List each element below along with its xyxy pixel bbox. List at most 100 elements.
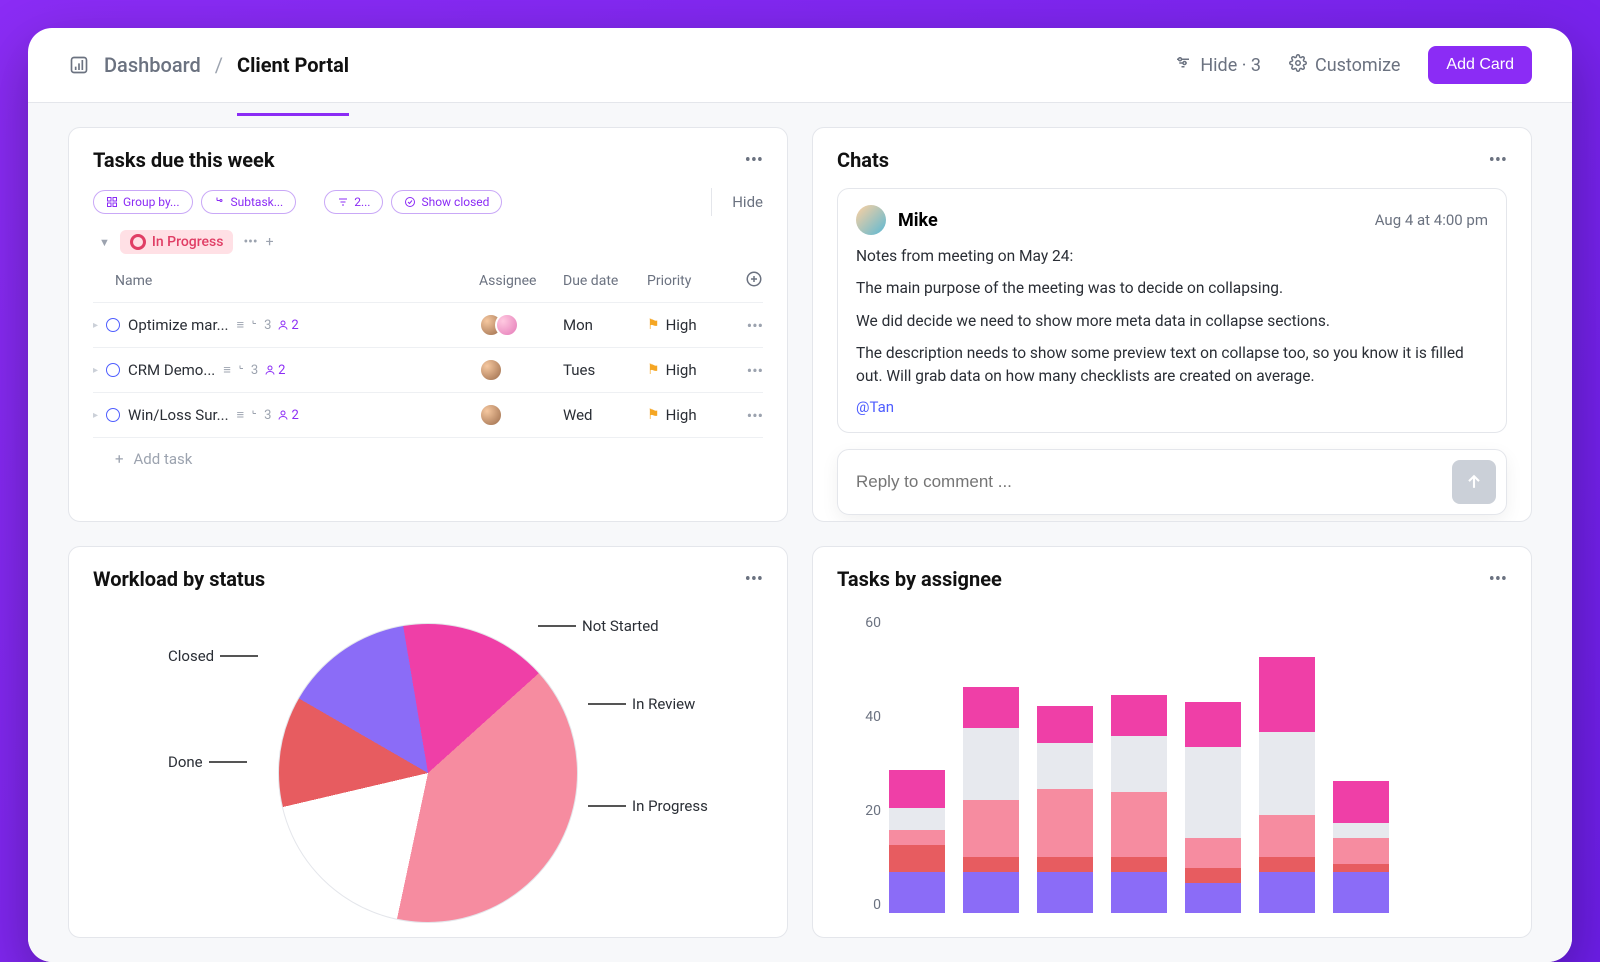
assignee-card-more[interactable]: ••• bbox=[1489, 569, 1507, 590]
chat-timestamp: Aug 4 at 4:00 pm bbox=[1375, 211, 1488, 229]
bar-segment bbox=[1037, 857, 1093, 872]
due-date-cell: Wed bbox=[563, 406, 647, 424]
groupby-pill-label: Group by... bbox=[123, 195, 180, 209]
hide-toggle-label: Hide · 3 bbox=[1200, 55, 1261, 76]
bar-segment bbox=[1259, 872, 1315, 913]
app-window: Dashboard / Client Portal Hide · 3 Custo… bbox=[28, 28, 1572, 962]
y-tick: 0 bbox=[873, 897, 881, 913]
chevron-down-icon[interactable]: ▼ bbox=[99, 236, 110, 249]
reply-send-button[interactable] bbox=[1452, 460, 1496, 504]
chevron-right-icon[interactable]: ▸ bbox=[93, 410, 98, 421]
groupby-pill[interactable]: Group by... bbox=[93, 190, 193, 214]
list-icon: ≡ bbox=[223, 362, 231, 378]
tasks-card-more[interactable]: ••• bbox=[745, 150, 763, 171]
bar-segment bbox=[1111, 857, 1167, 872]
bar-segment bbox=[963, 687, 1019, 728]
chats-card-title: Chats bbox=[837, 148, 889, 172]
subtask-pill-label: Subtask... bbox=[231, 195, 284, 209]
status-circle-icon[interactable] bbox=[106, 363, 120, 377]
bar-segment bbox=[1333, 838, 1389, 864]
attachment-count: 2 bbox=[277, 318, 298, 333]
y-tick: 40 bbox=[865, 709, 881, 725]
subtask-pill[interactable]: Subtask... bbox=[201, 190, 297, 214]
chat-mention[interactable]: @Tan bbox=[856, 398, 894, 416]
bar-segment bbox=[963, 872, 1019, 913]
reply-box bbox=[837, 449, 1507, 515]
row-more-icon[interactable]: ••• bbox=[747, 316, 763, 335]
bar bbox=[1037, 653, 1093, 913]
reply-input[interactable] bbox=[856, 472, 1452, 492]
assignee-cell[interactable] bbox=[479, 403, 563, 427]
bar-segment bbox=[889, 830, 945, 845]
add-card-button[interactable]: Add Card bbox=[1428, 46, 1532, 84]
bar-segment bbox=[1333, 781, 1389, 822]
breadcrumb-current[interactable]: Client Portal bbox=[237, 53, 349, 97]
hide-toggle[interactable]: Hide · 3 bbox=[1174, 54, 1261, 77]
attachment-count: 2 bbox=[264, 363, 285, 378]
bar-segment bbox=[1185, 747, 1241, 837]
due-date-cell: Tues bbox=[563, 361, 647, 379]
subtask-count: 3 bbox=[237, 363, 258, 378]
show-closed-label: Show closed bbox=[421, 195, 489, 209]
filter-count-pill[interactable]: 2... bbox=[324, 190, 383, 214]
bar-segment bbox=[963, 800, 1019, 857]
breadcrumb-sep: / bbox=[215, 53, 223, 77]
show-closed-pill[interactable]: Show closed bbox=[391, 190, 502, 214]
bar-segment bbox=[1111, 872, 1167, 913]
content-grid: Tasks due this week ••• Group by... Subt… bbox=[28, 103, 1572, 962]
row-more-icon[interactable]: ••• bbox=[747, 406, 763, 425]
group-badge-label: In Progress bbox=[152, 234, 224, 250]
bar-segment bbox=[1185, 838, 1241, 868]
chat-line: We did decide we need to show more meta … bbox=[856, 310, 1488, 332]
flag-icon: ⚑ bbox=[647, 407, 660, 423]
chat-body: Notes from meeting on May 24: The main p… bbox=[856, 245, 1488, 416]
tasks-card-title: Tasks due this week bbox=[93, 148, 275, 172]
bar-segment bbox=[1111, 695, 1167, 736]
bar-segment bbox=[1259, 657, 1315, 732]
chat-message: Mike Aug 4 at 4:00 pm Notes from meeting… bbox=[837, 188, 1507, 433]
workload-card: Workload by status ••• Not StartedIn Rev… bbox=[68, 546, 788, 938]
chevron-right-icon[interactable]: ▸ bbox=[93, 320, 98, 331]
chat-line: Notes from meeting on May 24: bbox=[856, 245, 1488, 267]
bar-segment bbox=[963, 728, 1019, 800]
status-circle-icon[interactable] bbox=[106, 408, 120, 422]
bar-segment bbox=[1259, 815, 1315, 856]
priority-label: High bbox=[666, 316, 697, 334]
assignee-cell[interactable] bbox=[479, 313, 563, 337]
chats-card-more[interactable]: ••• bbox=[1489, 150, 1507, 171]
subtask-count: 3 bbox=[250, 408, 271, 423]
bar-segment bbox=[1037, 789, 1093, 857]
topbar: Dashboard / Client Portal Hide · 3 Custo… bbox=[28, 28, 1572, 103]
table-row[interactable]: ▸Optimize mar...≡32Mon⚑High••• bbox=[93, 303, 763, 348]
avatar bbox=[856, 205, 886, 235]
add-task-button[interactable]: + Add task bbox=[93, 438, 763, 468]
customize-button[interactable]: Customize bbox=[1289, 54, 1400, 77]
bar-segment bbox=[1259, 857, 1315, 872]
col-name: Name bbox=[93, 273, 479, 289]
chevron-right-icon[interactable]: ▸ bbox=[93, 365, 98, 376]
row-more-icon[interactable]: ••• bbox=[747, 361, 763, 380]
bar bbox=[1111, 653, 1167, 913]
flag-icon: ⚑ bbox=[647, 317, 660, 333]
group-more-icon[interactable]: ••• bbox=[243, 234, 257, 250]
group-add-icon[interactable]: + bbox=[266, 234, 274, 250]
gear-icon bbox=[1289, 54, 1307, 77]
status-circle-icon[interactable] bbox=[106, 318, 120, 332]
workload-card-more[interactable]: ••• bbox=[745, 569, 763, 590]
assignee-cell[interactable] bbox=[479, 358, 563, 382]
pie-label: In Progress bbox=[588, 797, 708, 815]
breadcrumb-root[interactable]: Dashboard bbox=[104, 53, 201, 77]
due-date-cell: Mon bbox=[563, 316, 647, 334]
table-row[interactable]: ▸CRM Demo...≡32Tues⚑High••• bbox=[93, 348, 763, 393]
add-column-button[interactable] bbox=[745, 270, 763, 292]
group-badge[interactable]: In Progress bbox=[120, 230, 234, 254]
chats-card: Chats ••• Mike Aug 4 at 4:00 pm Notes fr… bbox=[812, 127, 1532, 522]
table-row[interactable]: ▸Win/Loss Sur...≡32Wed⚑High••• bbox=[93, 393, 763, 438]
task-hide-link[interactable]: Hide bbox=[732, 193, 763, 211]
col-due: Due date bbox=[563, 273, 647, 289]
chat-author: Mike bbox=[898, 210, 1363, 231]
bar-segment bbox=[1037, 706, 1093, 744]
bar-segment bbox=[1333, 872, 1389, 913]
flag-icon: ⚑ bbox=[647, 362, 660, 378]
assignee-bar-chart: 6040200 bbox=[837, 615, 1507, 917]
